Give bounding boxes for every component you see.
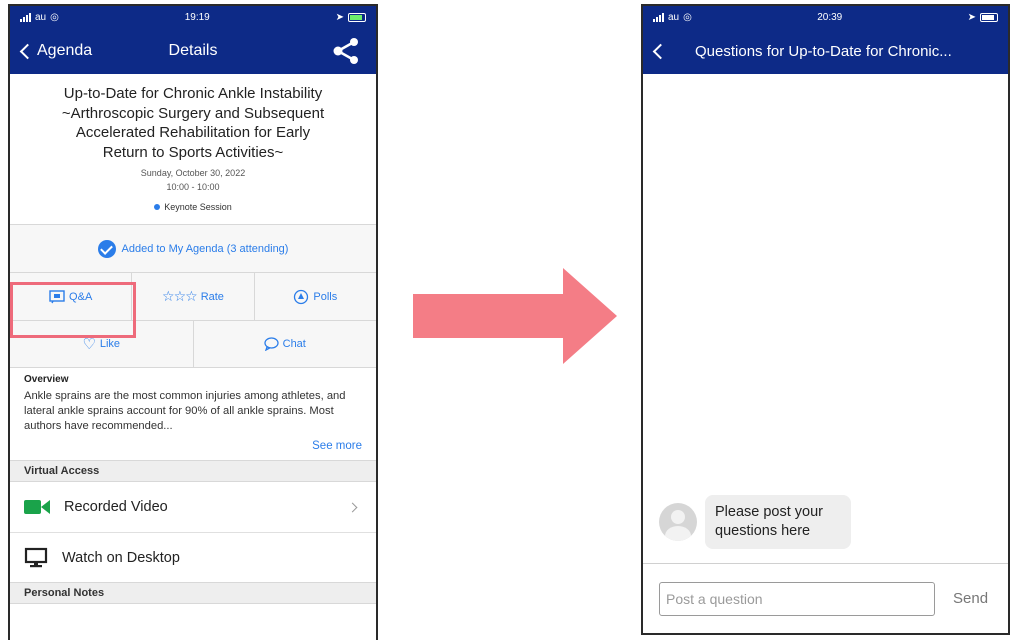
location-icon: ➤ — [335, 11, 344, 23]
status-time: 19:19 — [184, 11, 210, 23]
watch-on-desktop-label: Watch on Desktop — [62, 549, 180, 566]
status-bar: au ◎ 19:19 ➤ — [10, 6, 376, 28]
battery-icon — [348, 12, 366, 22]
status-time-right: 20:39 — [817, 11, 843, 23]
back-label: Agenda — [37, 42, 93, 59]
status-right-group: ➤ — [968, 12, 998, 23]
recorded-video-label: Recorded Video — [64, 499, 168, 515]
questions-thread: Please post your questions here — [643, 74, 1008, 563]
nav-bar: Agenda Details — [10, 28, 376, 74]
agenda-status-button[interactable]: Added to My Agenda (3 attending) — [10, 224, 376, 272]
chat-bubble-icon — [263, 337, 279, 351]
status-right: ➤ — [336, 12, 366, 23]
polls-button[interactable]: Polls — [253, 273, 376, 320]
wifi-icon: ◎ — [683, 11, 692, 23]
share-icon[interactable] — [332, 38, 360, 64]
questions-page-title: Questions for Up-to-Date for Chronic... — [695, 42, 952, 60]
qa-icon — [49, 289, 65, 303]
chat-message: Please post your questions here — [659, 495, 851, 549]
battery-icon — [980, 12, 998, 22]
recorded-video-item[interactable]: Recorded Video — [10, 482, 376, 532]
session-time: 10:00 - 10:00 — [166, 182, 220, 192]
overview-section: Overview Ankle sprains are the most comm… — [10, 368, 376, 460]
wifi-icon: ◎ — [50, 11, 59, 23]
right-arrow-icon — [413, 268, 617, 364]
question-composer: Send — [643, 563, 1008, 633]
question-input[interactable] — [659, 581, 935, 616]
social-actions: ♡ Like Chat — [10, 320, 376, 368]
like-label: Like — [99, 338, 121, 350]
session-date: Sunday, October 30, 2022 — [140, 168, 246, 178]
video-camera-icon — [24, 499, 50, 515]
send-button[interactable]: Send — [953, 590, 988, 607]
signal-indicator: au ◎ — [20, 12, 59, 23]
session-type-label: Keynote Session — [164, 202, 232, 212]
see-more-link[interactable]: See more — [24, 440, 362, 452]
polls-label: Polls — [313, 290, 338, 303]
session-type: Keynote Session — [26, 202, 360, 212]
session-type-dot — [154, 204, 161, 210]
virtual-access-heading: Virtual Access — [10, 460, 376, 482]
polls-icon — [294, 289, 309, 304]
session-title: Up-to-Date for Chronic Ankle Instability… — [61, 85, 325, 161]
rate-label: Rate — [200, 290, 224, 303]
overview-heading: Overview — [24, 374, 69, 385]
signal-icon — [653, 12, 664, 22]
questions-screen: au ◎ 20:39 ➤ Questions for Up-to-Date fo… — [641, 4, 1010, 635]
star-rating-icon: ☆☆☆ — [162, 288, 198, 304]
location-icon: ➤ — [967, 11, 976, 23]
signal-indicator-right: au ◎ — [653, 12, 692, 23]
nav-bar-right: Questions for Up-to-Date for Chronic... — [643, 28, 1008, 74]
watch-on-desktop-item[interactable]: Watch on Desktop — [10, 532, 376, 582]
signal-icon — [20, 12, 31, 22]
avatar — [659, 503, 697, 541]
agenda-status-label: Added to My Agenda (3 attending) — [121, 242, 289, 255]
session-details-screen: au ◎ 19:19 ➤ Agenda Details Up-to-Date f… — [8, 4, 378, 640]
message-bubble: Please post your questions here — [705, 495, 851, 549]
like-button[interactable]: ♡ Like — [10, 321, 193, 367]
chat-label: Chat — [282, 338, 306, 350]
chevron-right-icon — [347, 502, 358, 512]
chat-button[interactable]: Chat — [192, 321, 377, 367]
carrier-label: au — [35, 11, 47, 23]
carrier-label-right: au — [668, 11, 680, 23]
checkmark-icon — [97, 239, 116, 258]
chevron-left-icon — [19, 43, 36, 59]
desktop-monitor-icon — [24, 547, 48, 567]
personal-notes-heading: Personal Notes — [10, 582, 376, 604]
back-button-right[interactable] — [643, 43, 669, 59]
back-button[interactable]: Agenda — [10, 42, 92, 60]
overview-text: Ankle sprains are the most common injuri… — [24, 390, 346, 432]
qa-button[interactable]: Q&A — [10, 273, 131, 320]
rate-button[interactable]: ☆☆☆ Rate — [131, 273, 253, 320]
chevron-left-icon — [652, 43, 669, 59]
status-bar-right: au ◎ 20:39 ➤ — [643, 6, 1008, 28]
session-actions: Q&A ☆☆☆ Rate Polls — [10, 272, 376, 320]
session-header: Up-to-Date for Chronic Ankle Instability… — [10, 74, 376, 218]
qa-label: Q&A — [69, 290, 93, 303]
heart-icon: ♡ — [82, 336, 96, 353]
